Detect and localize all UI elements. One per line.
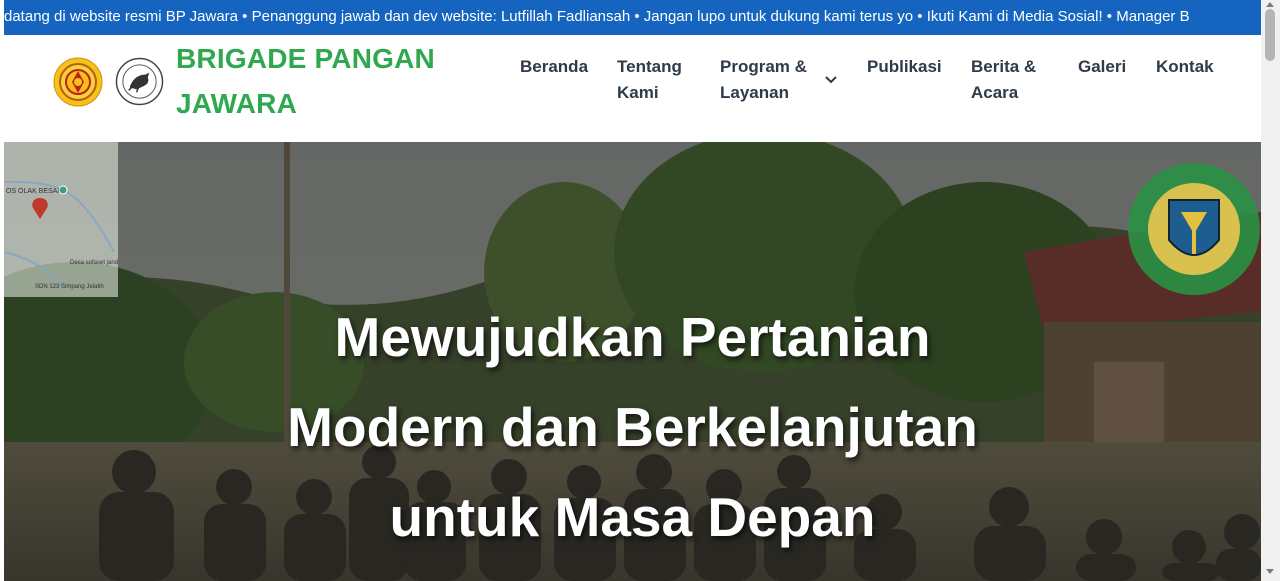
nav-berita-label-1: Berita & [971,57,1037,76]
nav-program-label-1: Program & [720,57,807,76]
nav-kontak[interactable]: Kontak [1156,54,1214,80]
dinas-pertanian-seal-icon [1128,163,1260,295]
tiger-emblem-icon[interactable] [115,57,164,106]
nav-berita-acara[interactable]: Berita & Acara [971,54,1036,106]
nav-publikasi-label: Publikasi [867,57,942,76]
map-label-bottom: SDN 123 Simpang Jelatih [35,284,104,290]
ticker-text: datang di website resmi BP Jawara • Pena… [4,8,1190,25]
map-label-mid: Desa sofaset jand [70,260,118,266]
nav-tentang-label-1: Tentang [617,57,682,76]
site-title-line1: BRIGADE PANGAN [176,43,435,74]
site-header: BRIGADE PANGAN JAWARA Beranda Tentang Ka… [4,35,1261,142]
chevron-down-icon[interactable] [824,75,838,85]
nav-galeri-label: Galeri [1078,57,1127,76]
site-title-line2: JAWARA [176,88,297,119]
site-title[interactable]: BRIGADE PANGAN JAWARA [176,36,476,126]
nav-kontak-label: Kontak [1156,57,1214,76]
map-overlay: OS OLAK BESAR Desa sofaset jand SDN 123 … [4,142,118,297]
nav-tentang-label-2: Kami [617,83,659,102]
scroll-down-arrow-icon[interactable] [1266,569,1274,574]
government-crest-icon[interactable] [53,57,103,107]
nav-berita-label-2: Acara [971,83,1019,102]
announcement-ticker: datang di website resmi BP Jawara • Pena… [4,0,1261,35]
hero-headline-line2: Modern dan Berkelanjutan [287,396,978,458]
vertical-scrollbar[interactable] [1261,0,1280,581]
map-label-top: OS OLAK BESAR [6,188,62,195]
nav-program-layanan[interactable]: Program & Layanan [720,54,807,106]
nav-program-label-2: Layanan [720,83,789,102]
hero-headline-line3: untuk Masa Depan [389,486,876,548]
nav-galeri[interactable]: Galeri [1078,54,1126,80]
scrollbar-thumb[interactable] [1265,9,1275,61]
hero-headline-line1: Mewujudkan Pertanian [334,306,931,368]
nav-tentang-kami[interactable]: Tentang Kami [617,54,682,106]
nav-publikasi[interactable]: Publikasi [867,54,942,80]
nav-beranda[interactable]: Beranda [520,54,588,80]
page: datang di website resmi BP Jawara • Pena… [4,0,1261,581]
scroll-up-arrow-icon[interactable] [1266,2,1274,7]
nav-beranda-label: Beranda [520,57,589,76]
hero-section: OS OLAK BESAR Desa sofaset jand SDN 123 … [4,142,1261,581]
